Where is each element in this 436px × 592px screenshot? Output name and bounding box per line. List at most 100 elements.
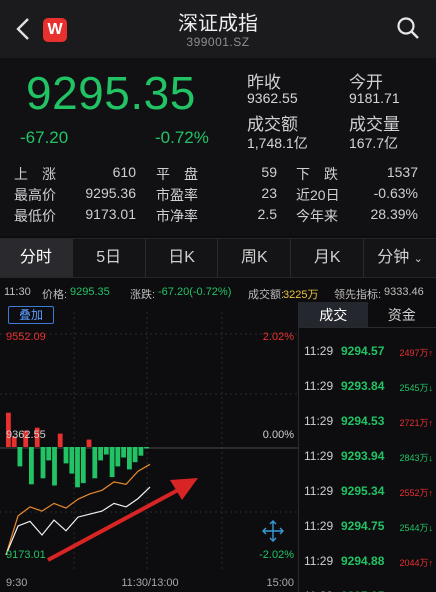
stat-high-value: 9295.36 — [85, 185, 136, 201]
breadth-bar — [57, 433, 63, 447]
chart-grid — [0, 312, 298, 572]
annotation-arrow — [47, 478, 198, 562]
trade-volume: 2544万↓ — [399, 523, 433, 533]
trade-price: 9294.75 — [341, 519, 385, 533]
tab-monthly-k[interactable]: 月K — [291, 239, 365, 277]
tab-trades[interactable]: 成交 — [299, 302, 368, 327]
tab-minute-label: 分钟 — [377, 249, 410, 266]
trade-volume: 2044万↑ — [399, 558, 433, 568]
trade-row: 11:29 9294.88 2044万↑ — [299, 544, 436, 579]
stat-pe-value: 23 — [261, 185, 277, 201]
intraday-chart[interactable]: 9552.09 9362.55 9173.01 2.02% 0.00% -2.0… — [0, 302, 298, 592]
info-chg-label: 涨跌: — [130, 289, 156, 301]
cursor-info-bar: 11:30 价格: 9295.35 涨跌: -67.20(-0.72%) 成交额… — [0, 282, 436, 302]
trade-row: 11:29 9293.94 2843万↓ — [299, 439, 436, 474]
x-end-label: 15:00 — [266, 577, 294, 589]
trade-time: 11:29 — [304, 449, 334, 463]
period-tabs: 分时 5日 日K 周K 月K 分钟 ⌄ — [0, 238, 436, 278]
tab-daily-k[interactable]: 日K — [146, 239, 219, 277]
trade-time: 11:29 — [304, 344, 334, 358]
breadth-bar — [40, 447, 46, 479]
tab-5day[interactable]: 5日 — [73, 239, 146, 277]
trade-panel: 成交 资金 11:29 9294.57 2497万↑ 11:29 9293.84 2545… — [298, 302, 436, 592]
trade-time: 11:29 — [304, 414, 334, 428]
trade-price: 9293.94 — [341, 449, 385, 463]
trade-row: 11:29 9294.53 2721万↑ — [299, 404, 436, 439]
prev-close-value: 9362.55 — [247, 90, 298, 106]
index-code: 399001.SZ — [186, 35, 250, 49]
trade-volume: 2843万↓ — [399, 453, 433, 463]
trade-time: 11:29 — [304, 379, 334, 393]
info-chg: -67.20(-0.72%) — [158, 286, 232, 298]
tab-minute[interactable]: 分钟 ⌄ — [364, 239, 436, 277]
current-price: 9295.35 — [26, 67, 196, 119]
breadth-bar — [138, 447, 144, 456]
search-icon[interactable] — [396, 16, 420, 40]
stat-down-label: 下 跌 — [296, 166, 338, 182]
stat-ytd-label: 今年来 — [296, 208, 338, 224]
breadth-bar — [29, 447, 34, 485]
price-change: -67.20 — [20, 128, 69, 147]
volume-label: 成交量 — [349, 115, 400, 134]
trade-volume: 2545万↓ — [399, 383, 433, 393]
pct-top-label: 2.02% — [263, 331, 294, 343]
trade-panel-tabs: 成交 资金 — [299, 302, 436, 328]
breadth-bar — [144, 447, 149, 449]
trade-time: 11:29 — [304, 484, 334, 498]
overlay-button[interactable]: 叠加 — [8, 306, 54, 324]
trade-row: 11:29 9293.84 2545万↓ — [299, 369, 436, 404]
trade-row: 11:29 9295.34 2552万↑ — [299, 474, 436, 509]
stat-up-label: 上 涨 — [14, 166, 56, 182]
pct-mid-label: 0.00% — [263, 429, 294, 441]
stat-d20-label: 近20日 — [296, 187, 340, 203]
trade-time: 11:29 — [304, 554, 334, 568]
volume-bars — [6, 412, 149, 488]
trade-time: 11:29 — [304, 519, 334, 533]
trade-price: 9295.34 — [341, 484, 385, 498]
stat-pe-label: 市盈率 — [156, 187, 198, 203]
trade-row: 11:29 9294.75 2544万↓ — [299, 509, 436, 544]
trade-row: 11:299295.35 — [299, 579, 436, 592]
trade-price: 9294.88 — [341, 554, 385, 568]
breadth-bar — [86, 439, 92, 447]
y-mid-label: 9362.55 — [6, 429, 46, 441]
fullscreen-icon[interactable] — [262, 520, 284, 542]
breadth-bar — [80, 447, 86, 484]
pct-bot-label: -2.02% — [259, 549, 294, 561]
x-mid-label: 11:30/13:00 — [121, 577, 178, 589]
stat-high-label: 最高价 — [14, 187, 56, 203]
info-lead-label: 领先指标: — [334, 289, 382, 301]
trade-price: 9294.57 — [341, 344, 385, 358]
trade-volume: 2721万↑ — [399, 418, 433, 428]
breadth-bar — [63, 447, 69, 464]
tab-intraday[interactable]: 分时 — [0, 239, 73, 277]
price-change-pct: -0.72% — [155, 128, 209, 147]
trade-price: 9293.84 — [341, 379, 385, 393]
stat-flat-label: 平 盘 — [156, 166, 198, 182]
info-price: 9295.35 — [70, 286, 110, 298]
x-start-label: 9:30 — [6, 577, 27, 589]
y-top-label: 9552.09 — [6, 331, 46, 343]
info-lead: 9333.46 — [384, 286, 424, 298]
turnover-label: 成交额 — [247, 115, 298, 134]
breadth-bar — [52, 447, 57, 486]
breadth-bar — [75, 447, 80, 488]
info-time: 11:30 — [4, 286, 31, 298]
quote-panel: 9295.35 -67.20 -0.72% 昨收 9362.55 今开 9181… — [0, 58, 436, 236]
stat-ytd-value: 28.39% — [370, 206, 418, 222]
tab-weekly-k[interactable]: 周K — [218, 239, 292, 277]
stat-pb-value: 2.5 — [257, 206, 277, 222]
stat-up-value: 610 — [112, 164, 136, 180]
trade-volume: 2497万↑ — [399, 348, 433, 358]
stat-pb-label: 市净率 — [156, 208, 198, 224]
breadth-bar — [92, 447, 98, 479]
trade-price: 9294.53 — [341, 414, 385, 428]
breadth-bar — [132, 447, 138, 463]
info-vol: 3225万 — [283, 289, 319, 301]
trade-volume: 2552万↑ — [399, 488, 433, 498]
chart-canvas: 9552.09 9362.55 9173.01 2.02% 0.00% -2.0… — [0, 312, 298, 589]
breadth-bar — [98, 447, 103, 461]
y-bot-label: 9173.01 — [6, 549, 46, 561]
tab-funds[interactable]: 资金 — [368, 302, 436, 327]
stat-low-label: 最低价 — [14, 208, 56, 224]
